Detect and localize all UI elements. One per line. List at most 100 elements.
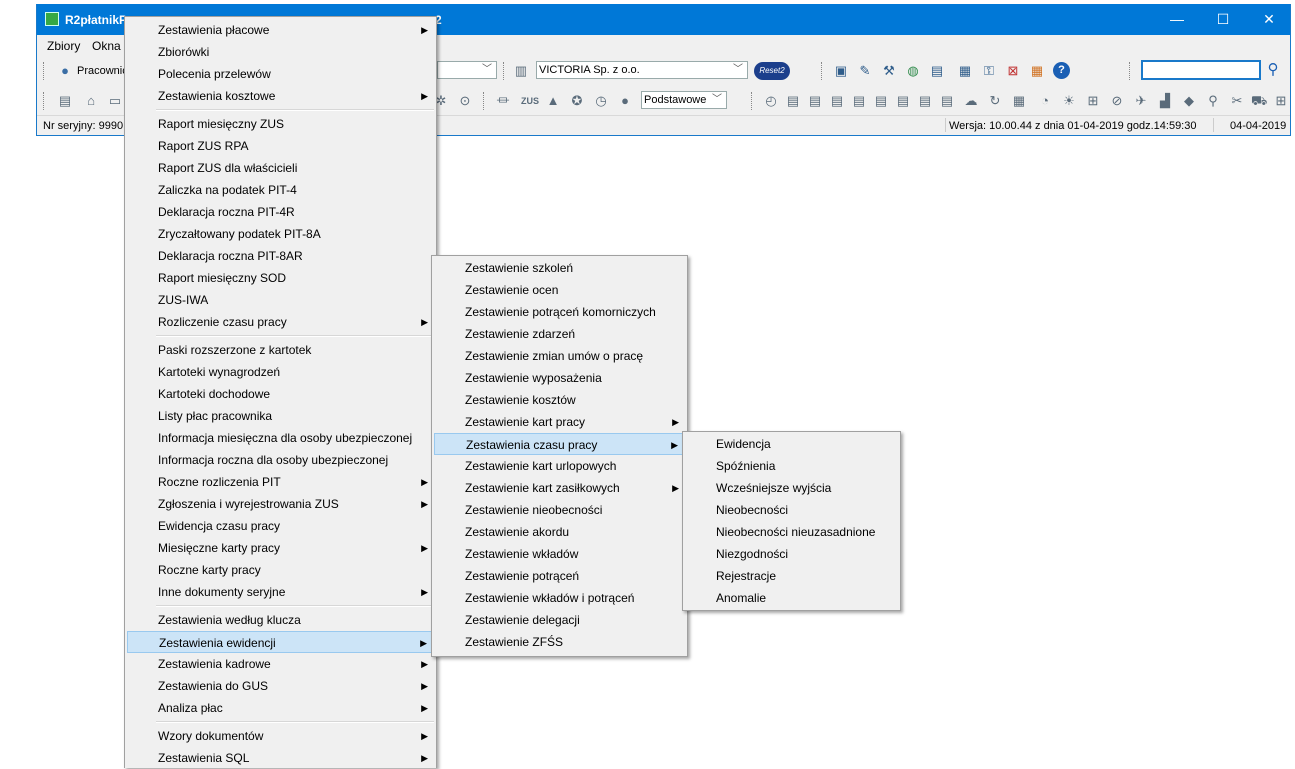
menu-item-kartoteki-wynagrodzen[interactable]: Kartoteki wynagrodzeń [127, 361, 434, 383]
menu-item-niezgodnosci[interactable]: Niezgodności [685, 543, 898, 565]
period-combo[interactable]: ﹀ [437, 61, 497, 79]
user-icon[interactable]: ● [57, 63, 73, 79]
doc-check-icon[interactable]: ▤ [939, 93, 955, 109]
menu-item-zestawienie-kart-pracy[interactable]: Zestawienie kart pracy ▶ [434, 411, 685, 433]
stopwatch-icon[interactable]: ◔ [1037, 93, 1053, 109]
bank-icon[interactable]: ⏛ [495, 93, 511, 109]
menu-item-listy-plac-pracownika[interactable]: Listy płac pracownika [127, 405, 434, 427]
home-icon[interactable]: ⌂ [83, 93, 99, 109]
refresh-icon[interactable]: ↻ [987, 93, 1003, 109]
close-button[interactable]: ✕ [1246, 4, 1292, 35]
search-icon[interactable]: ⚲ [1265, 62, 1281, 78]
menu-item-zaliczka-na-podatek-pit-4[interactable]: Zaliczka na podatek PIT-4 [127, 179, 434, 201]
menu-item-raport-zus-dla-wlascicieli[interactable]: Raport ZUS dla właścicieli [127, 157, 434, 179]
company-combo[interactable]: VICTORIA Sp. z o.o. ﹀ [536, 61, 748, 79]
doc-list-icon[interactable]: ▤ [851, 93, 867, 109]
menu-item-rozliczenie-czasu-pracy[interactable]: Rozliczenie czasu pracy ▶ [127, 311, 434, 333]
calculator-icon[interactable]: ▦ [957, 63, 973, 79]
menu-item-nieobecnosci-nieuzasadnione[interactable]: Nieobecności nieuzasadnione [685, 521, 898, 543]
menu-item-zestawienia-kadrowe[interactable]: Zestawienia kadrowe ▶ [127, 653, 434, 675]
calendar-icon[interactable]: ▦ [1011, 93, 1027, 109]
menu-item-zestawienie-zfss[interactable]: Zestawienie ZFŚS [434, 631, 685, 653]
zus-icon[interactable]: ZUS [521, 93, 539, 109]
reset-badge[interactable]: Reset2 [754, 62, 790, 80]
medal-icon[interactable]: ✪ [569, 93, 585, 109]
menu-item-zestawienia-do-gus[interactable]: Zestawienia do GUS ▶ [127, 675, 434, 697]
menu-item-anomalie[interactable]: Anomalie [685, 587, 898, 609]
clock-icon[interactable]: ◴ [763, 93, 779, 109]
menu-item-zestawienia-kosztowe[interactable]: Zestawienia kosztowe ▶ [127, 85, 434, 107]
menu-item-zestawienie-potracen-komorniczych[interactable]: Zestawienie potrąceń komorniczych [434, 301, 685, 323]
menu-item-polecenia-przelewow[interactable]: Polecenia przelewów [127, 63, 434, 85]
menu-item-kartoteki-dochodowe[interactable]: Kartoteki dochodowe [127, 383, 434, 405]
block-icon[interactable]: ⊘ [1109, 93, 1125, 109]
key-icon[interactable]: ⚿ [981, 63, 997, 79]
wrench-icon[interactable]: ⚒ [881, 63, 897, 79]
pin-icon[interactable]: ⚲ [1205, 93, 1221, 109]
scissors-icon[interactable]: ✂ [1229, 93, 1245, 109]
menu-item-zestawienie-wkladow[interactable]: Zestawienie wkładów [434, 543, 685, 565]
card-icon[interactable]: ▭ [107, 93, 123, 109]
menu-item-ewidencja-czasu-pracy[interactable]: Ewidencja czasu pracy [127, 515, 434, 537]
globe-icon[interactable]: ◍ [905, 63, 921, 79]
help-icon[interactable]: ? [1053, 62, 1070, 79]
sun-icon[interactable]: ☀ [1061, 93, 1077, 109]
chart-icon[interactable]: ▟ [1157, 93, 1173, 109]
menu-item-zgloszenia-i-wyrejestrowania-zus[interactable]: Zgłoszenia i wyrejestrowania ZUS ▶ [127, 493, 434, 515]
maximize-button[interactable]: ☐ [1200, 4, 1246, 35]
doc-money-icon[interactable]: ▤ [895, 93, 911, 109]
menu-item-zestawienia-placowe[interactable]: Zestawienia płacowe ▶ [127, 19, 434, 41]
menu-item-paski-rozszerzone-z-kartotek[interactable]: Paski rozszerzone z kartotek [127, 339, 434, 361]
id-card-icon[interactable]: ▤ [57, 93, 73, 109]
menu-item-rejestracje[interactable]: Rejestracje [685, 565, 898, 587]
menu-item-zryczaltowany-podatek-pit-8a[interactable]: Zryczałtowany podatek PIT-8A [127, 223, 434, 245]
menu-item-zbiorowki[interactable]: Zbiorówki [127, 41, 434, 63]
menu-item-informacja-roczna-dla-osoby-ubezpieczonej[interactable]: Informacja roczna dla osoby ubezpieczone… [127, 449, 434, 471]
doc-edit-icon[interactable]: ▤ [807, 93, 823, 109]
menu-item-zestawienie-wkladow-i-potracen[interactable]: Zestawienie wkładów i potrąceń [434, 587, 685, 609]
mode-combo[interactable]: Podstawowe ﹀ [641, 91, 727, 109]
menu-okna[interactable]: Okna [92, 39, 121, 53]
menu-item-zestawienie-szkolen[interactable]: Zestawienie szkoleń [434, 257, 685, 279]
menu-item-zestawienie-ocen[interactable]: Zestawienie ocen [434, 279, 685, 301]
doc-stack-icon[interactable]: ▤ [873, 93, 889, 109]
eraser-icon[interactable]: ◆ [1181, 93, 1197, 109]
plus-box-icon[interactable]: ⊞ [1085, 93, 1101, 109]
menu-item-miesieczne-karty-pracy[interactable]: Miesięczne karty pracy ▶ [127, 537, 434, 559]
menu-item-zestawienie-delegacji[interactable]: Zestawienie delegacji [434, 609, 685, 631]
bulb-icon[interactable]: ● [617, 93, 633, 109]
menu-item-zestawienia-ewidencji[interactable]: Zestawienia ewidencji ▶ [127, 631, 434, 653]
doc-person-icon[interactable]: ▤ [917, 93, 933, 109]
menu-item-wczesniejsze-wyjscia[interactable]: Wcześniejsze wyjścia [685, 477, 898, 499]
menu-item-ewidencja[interactable]: Ewidencja [685, 433, 898, 455]
search-input[interactable] [1141, 60, 1261, 80]
gift-icon[interactable]: ⊞ [1273, 93, 1289, 109]
tools-icon[interactable]: ✎ [857, 63, 873, 79]
minimize-button[interactable]: — [1154, 4, 1200, 35]
menu-item-zestawienie-potracen[interactable]: Zestawienie potrąceń [434, 565, 685, 587]
menu-item-analiza-plac[interactable]: Analiza płac ▶ [127, 697, 434, 719]
menu-item-zestawienie-wyposazenia[interactable]: Zestawienie wyposażenia [434, 367, 685, 389]
delete-table-icon[interactable]: ⊠ [1005, 63, 1021, 79]
doc-pen-icon[interactable]: ▤ [829, 93, 845, 109]
menu-item-wzory-dokumentow[interactable]: Wzory dokumentów ▶ [127, 725, 434, 747]
menu-item-roczne-rozliczenia-pit[interactable]: Roczne rozliczenia PIT ▶ [127, 471, 434, 493]
menu-item-zestawienie-kart-urlopowych[interactable]: Zestawienie kart urlopowych [434, 455, 685, 477]
menu-item-zestawienie-zdarzen[interactable]: Zestawienie zdarzeń [434, 323, 685, 345]
menu-item-zestawienie-nieobecnosci[interactable]: Zestawienie nieobecności [434, 499, 685, 521]
menu-item-zestawienia-wedlug-klucza[interactable]: Zestawienia według klucza [127, 609, 434, 631]
menu-item-zestawienie-akordu[interactable]: Zestawienie akordu [434, 521, 685, 543]
menu-item-nieobecnosci[interactable]: Nieobecności [685, 499, 898, 521]
menu-item-raport-miesieczny-sod[interactable]: Raport miesięczny SOD [127, 267, 434, 289]
menu-item-deklaracja-roczna-pit-8ar[interactable]: Deklaracja roczna PIT-8AR [127, 245, 434, 267]
menu-item-informacja-miesieczna-dla-osoby-ubezpieczonej[interactable]: Informacja miesięczna dla osoby ubezpiec… [127, 427, 434, 449]
menu-item-roczne-karty-pracy[interactable]: Roczne karty pracy [127, 559, 434, 581]
menu-item-zestawienia-sql[interactable]: Zestawienia SQL ▶ [127, 747, 434, 769]
menu-zbiory[interactable]: Zbiory [47, 39, 80, 53]
menu-item-zestawienie-kart-zasilkowych[interactable]: Zestawienie kart zasiłkowych ▶ [434, 477, 685, 499]
save-icon[interactable]: ▣ [833, 63, 849, 79]
truck-icon[interactable]: ⛟ [1251, 93, 1267, 109]
message-icon[interactable]: ▤ [929, 63, 945, 79]
cloud-icon[interactable]: ☁ [963, 93, 979, 109]
calendar-table-icon[interactable]: ▦ [1029, 63, 1045, 79]
